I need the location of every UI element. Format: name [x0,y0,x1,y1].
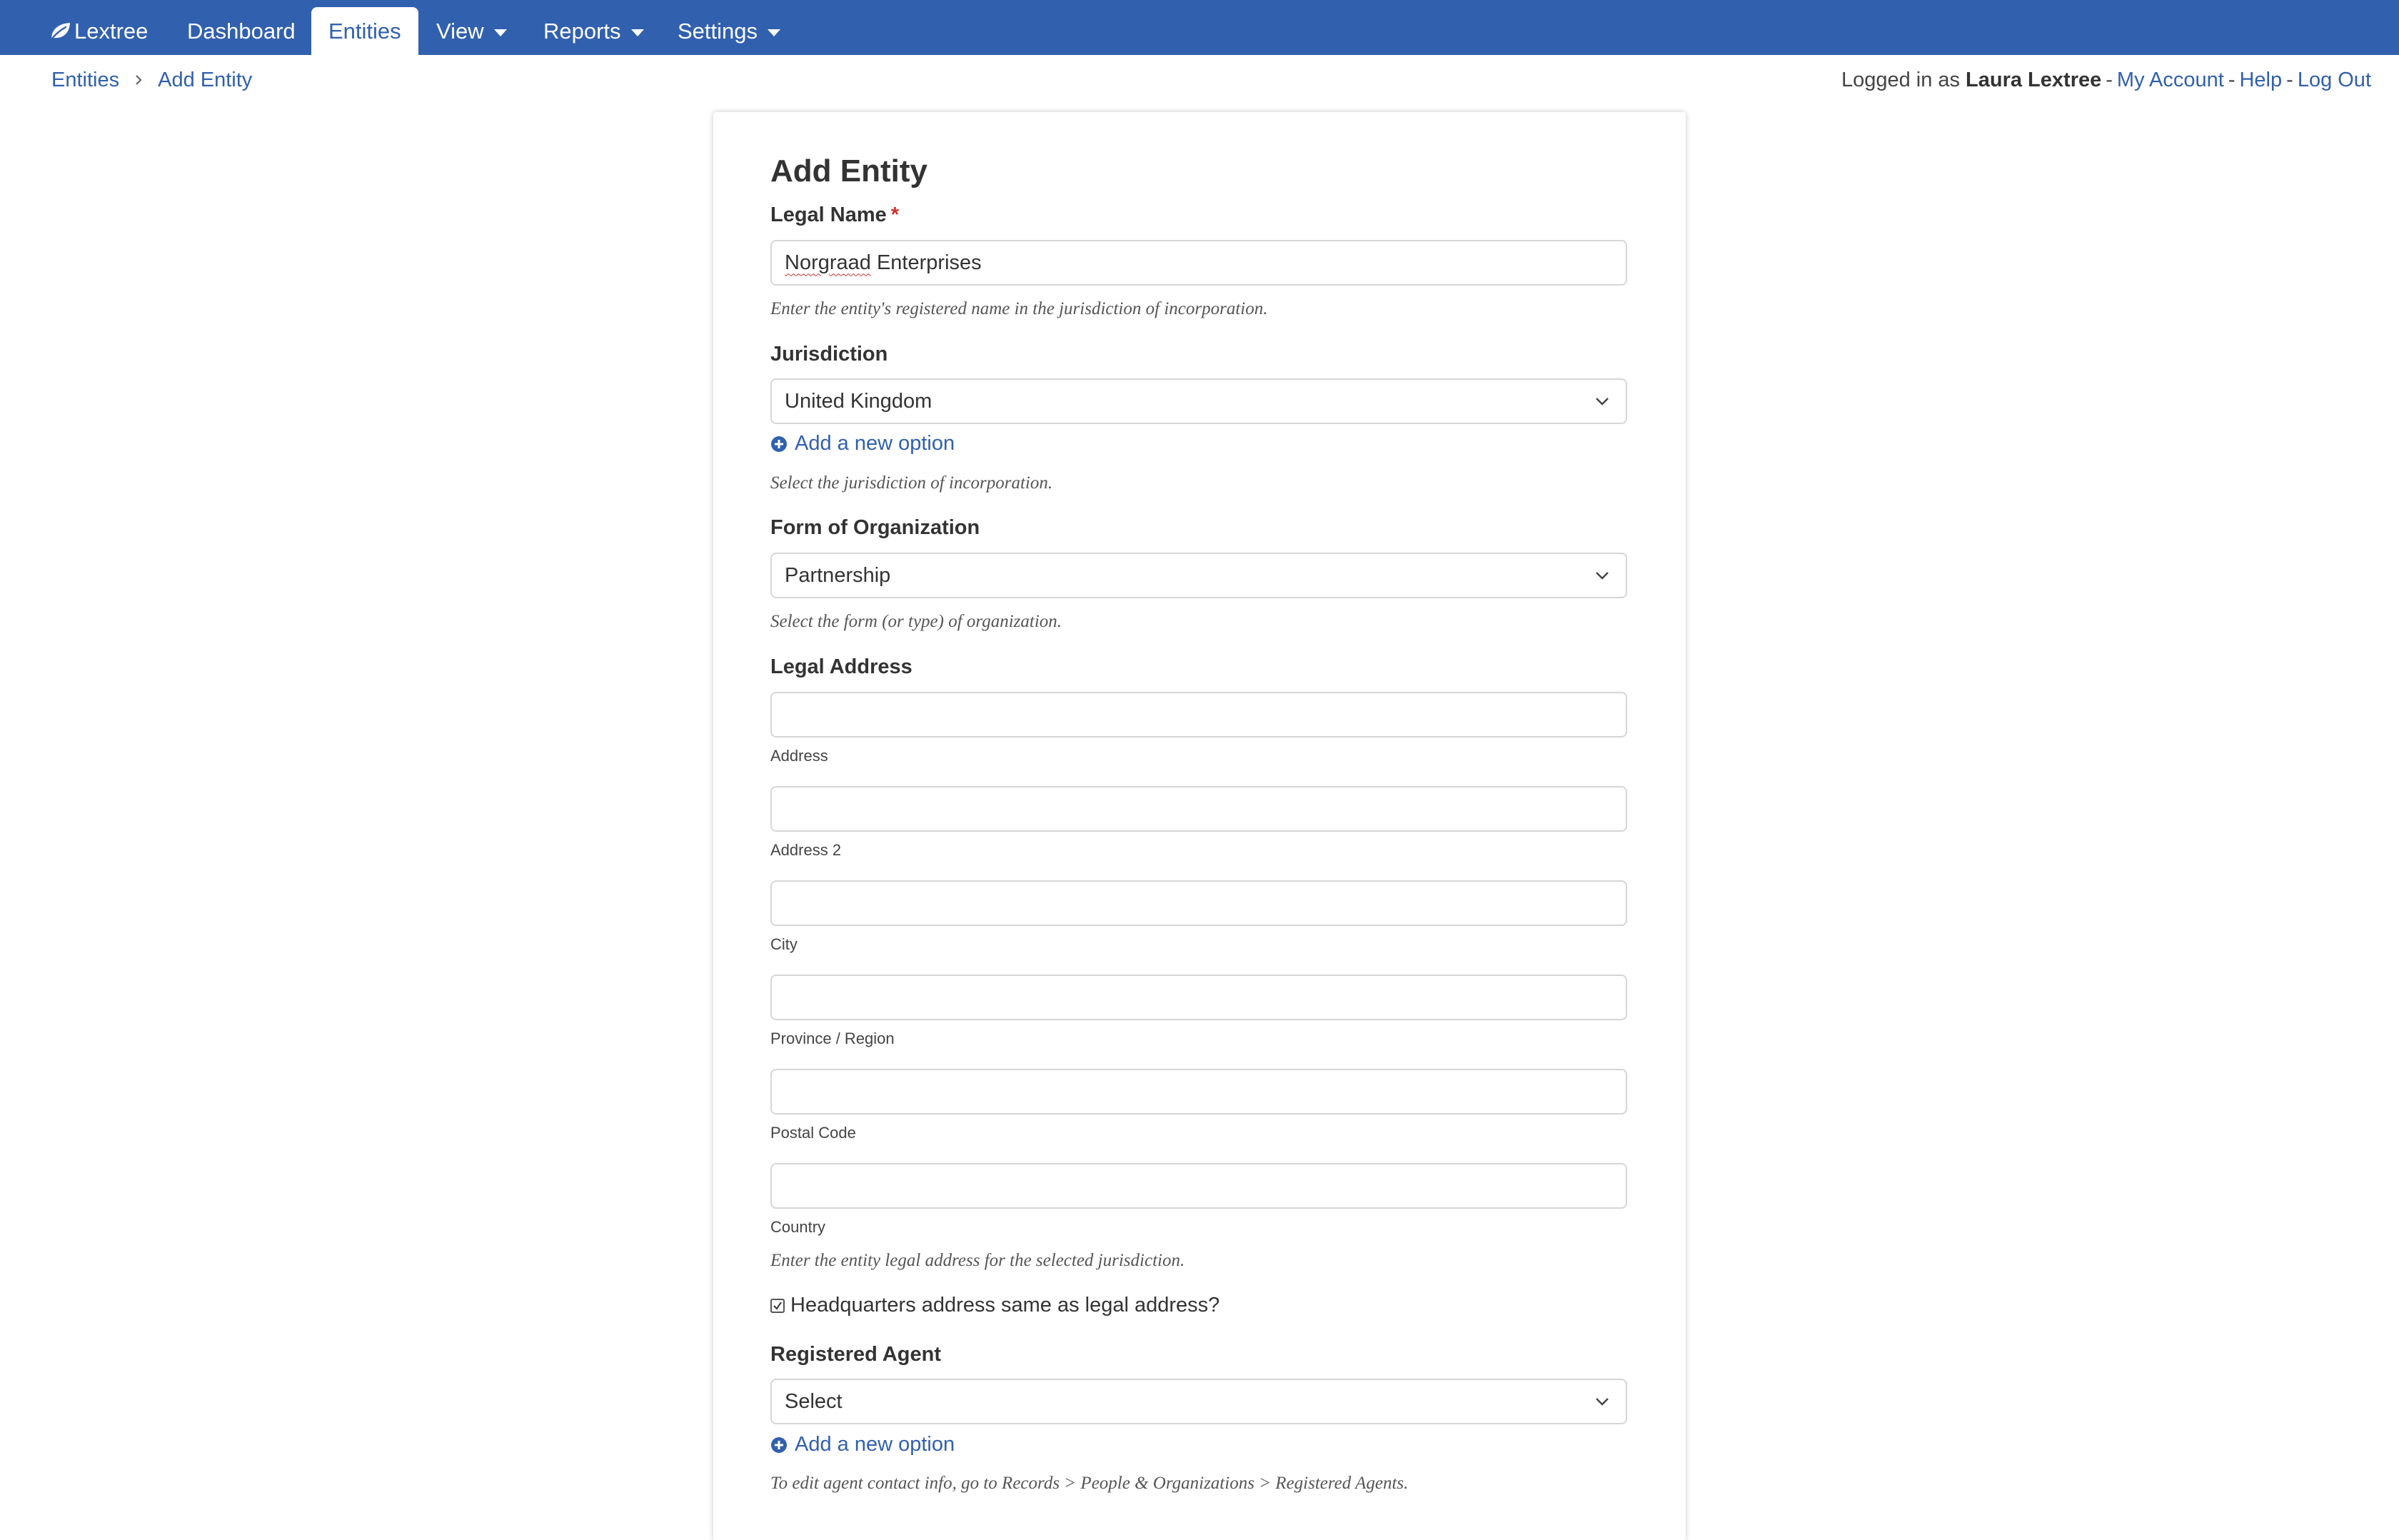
nav-settings[interactable]: Settings [678,7,781,55]
registered-agent-help: To edit agent contact info, go to Record… [770,1474,1409,1493]
legal-name-value-first: Norgraad [785,251,871,274]
legal-name-help: Enter the entity's registered name in th… [770,299,1268,318]
plus-circle-icon [771,1436,787,1453]
form-of-org-value: Partnership [785,563,891,587]
jurisdiction-add-option-label: Add a new option [795,432,955,455]
log-out-link[interactable]: Log Out [2298,69,2371,92]
legal-address-label: Legal Address [770,655,912,678]
jurisdiction-label: Jurisdiction [770,343,888,366]
caret-down-icon [493,29,507,36]
address-sublabel: Address [770,747,828,765]
hq-same-checkbox[interactable] [770,1298,785,1313]
breadcrumb-entities[interactable]: Entities [51,69,119,92]
my-account-link[interactable]: My Account [2117,69,2224,92]
country-input[interactable] [770,1163,1627,1209]
form-of-org-label: Form of Organization [770,516,980,539]
legal-name-value-rest: Enterprises [870,251,982,274]
province-input[interactable] [770,975,1627,1020]
brand-link[interactable]: Lextree [49,7,148,55]
page-title: Add Entity [770,154,927,188]
registered-agent-label: Registered Agent [770,1343,942,1366]
form-of-org-select[interactable]: Partnership [770,553,1627,598]
registered-agent-value: Select [785,1389,843,1413]
breadcrumb-add-entity[interactable]: Add Entity [158,69,252,92]
nav-view[interactable]: View [436,7,507,55]
province-sublabel: Province / Region [770,1030,895,1047]
hq-same-row[interactable]: Headquarters address same as legal addre… [770,1294,1219,1317]
form-of-org-help: Select the form (or type) of organizatio… [770,612,1062,631]
nav-view-label: View [436,18,484,44]
logged-in-prefix: Logged in as [1841,68,1961,91]
registered-agent-select[interactable]: Select [770,1379,1627,1424]
chevron-right-icon [134,74,144,86]
jurisdiction-add-option[interactable]: Add a new option [770,432,955,456]
chevron-down-icon [1594,396,1610,406]
jurisdiction-help: Select the jurisdiction of incorporation… [770,473,1053,493]
city-input[interactable] [770,880,1627,926]
chevron-down-icon [1594,570,1610,580]
nav-settings-label: Settings [678,18,758,44]
legal-address-help: Enter the entity legal address for the s… [770,1251,1185,1270]
legal-name-input[interactable]: Norgraad Enterprises [770,240,1627,286]
postal-code-input[interactable] [770,1069,1627,1114]
checkmark-icon [773,1301,782,1310]
nav-reports[interactable]: Reports [543,7,644,55]
city-sublabel: City [770,935,798,953]
hq-same-label: Headquarters address same as legal addre… [790,1294,1220,1317]
nav-entities-label: Entities [328,18,401,44]
country-sublabel: Country [770,1218,826,1236]
chevron-down-icon [1594,1396,1610,1406]
jurisdiction-value: United Kingdom [785,389,932,413]
address2-input[interactable] [770,786,1627,832]
nav-dashboard[interactable]: Dashboard [187,7,296,55]
caret-down-icon [630,29,644,36]
add-entity-card: Add Entity Legal Name * Norgraad Enterpri… [713,112,1686,1540]
postal-code-sublabel: Postal Code [770,1124,856,1142]
nav-entities[interactable]: Entities [311,7,418,55]
address-input[interactable] [770,692,1627,738]
nav-reports-label: Reports [543,18,621,44]
registered-agent-add-option[interactable]: Add a new option [770,1433,955,1456]
help-link[interactable]: Help [2239,69,2282,92]
address2-sublabel: Address 2 [770,841,842,859]
user-bar: Logged in as Laura Lextree - My Account … [1841,68,2371,92]
required-asterisk: * [890,203,900,226]
user-name: Laura Lextree [1966,68,2102,91]
top-navbar: Lextree Dashboard Entities View Reports … [0,0,2399,55]
leaf-icon [49,21,71,42]
nav-dashboard-label: Dashboard [187,18,296,44]
brand-label: Lextree [74,18,149,44]
jurisdiction-select[interactable]: United Kingdom [770,378,1627,424]
legal-name-label: Legal Name * [770,203,900,226]
plus-circle-icon [771,436,787,452]
breadcrumb: Entities Add Entity [51,66,252,94]
caret-down-icon [768,29,781,36]
registered-agent-add-option-label: Add a new option [795,1433,955,1456]
